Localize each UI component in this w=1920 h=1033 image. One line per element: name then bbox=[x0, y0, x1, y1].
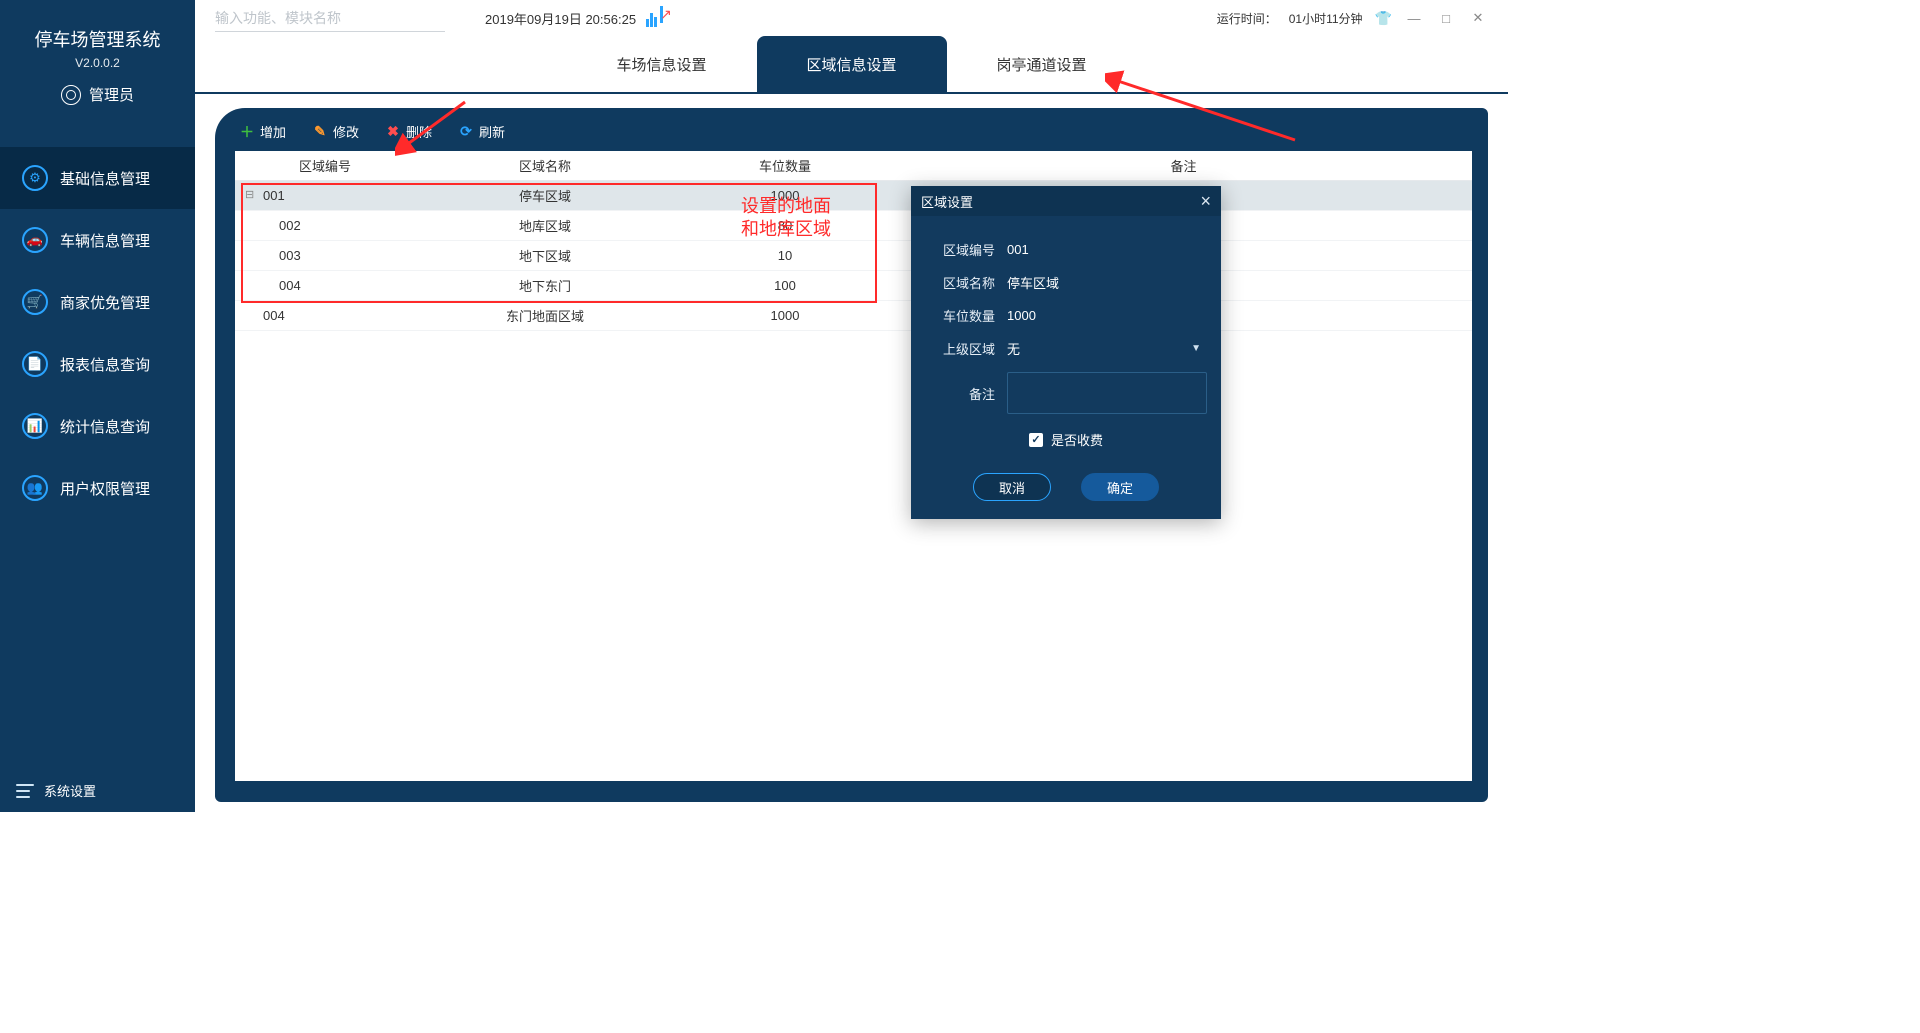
table-row[interactable]: 001 停车区域 1000 bbox=[235, 181, 1472, 211]
ok-button[interactable]: 确定 bbox=[1081, 473, 1159, 501]
content-panel: ＋增加 ✎修改 ✖删除 ⟳刷新 区域编号 区域名称 车位数量 备注 001 停车… bbox=[215, 108, 1488, 802]
sidebar-item-basic-info[interactable]: ⚙ 基础信息管理 bbox=[0, 147, 195, 209]
cart-icon: 🛒 bbox=[22, 289, 48, 315]
field-value-code[interactable]: 001 bbox=[1007, 242, 1207, 257]
stats-icon: 📊 bbox=[22, 413, 48, 439]
plus-icon: ＋ bbox=[239, 124, 255, 140]
sliders-icon bbox=[16, 784, 34, 798]
maximize-button[interactable]: □ bbox=[1436, 11, 1456, 26]
search-input[interactable] bbox=[215, 4, 445, 32]
field-charge-checkbox[interactable]: ✓ 是否收费 bbox=[925, 430, 1207, 449]
sidebar-item-vehicle-info[interactable]: 🚗 车辆信息管理 bbox=[0, 209, 195, 271]
datetime-label: 2019年09月19日 20:56:25 bbox=[485, 9, 636, 28]
field-label-parent: 上级区域 bbox=[925, 339, 995, 358]
field-select-parent[interactable]: 无 ▼ bbox=[1007, 339, 1207, 358]
sidebar-nav: ⚙ 基础信息管理 🚗 车辆信息管理 🛒 商家优免管理 📄 报表信息查询 📊 统计… bbox=[0, 147, 195, 519]
car-icon: 🚗 bbox=[22, 227, 48, 253]
sidebar: 停车场管理系统 V2.0.0.2 管理员 ⚙ 基础信息管理 🚗 车辆信息管理 🛒… bbox=[0, 0, 195, 812]
table-row[interactable]: 003 地下区域 10 bbox=[235, 241, 1472, 271]
field-label-note: 备注 bbox=[925, 384, 995, 403]
sidebar-item-merchant-discount[interactable]: 🛒 商家优免管理 bbox=[0, 271, 195, 333]
runtime-value: 01小时11分钟 bbox=[1289, 10, 1363, 27]
app-version: V2.0.0.2 bbox=[0, 56, 195, 70]
grid-header: 区域编号 区域名称 车位数量 备注 bbox=[235, 151, 1472, 181]
area-grid: 区域编号 区域名称 车位数量 备注 001 停车区域 1000 002 地库区域 bbox=[235, 151, 1472, 781]
field-value-note[interactable] bbox=[1007, 372, 1207, 414]
minimize-button[interactable]: — bbox=[1404, 11, 1424, 26]
dialog-close-button[interactable]: × bbox=[1200, 191, 1211, 212]
cancel-button[interactable]: 取消 bbox=[973, 473, 1051, 501]
gear-icon: ⚙ bbox=[22, 165, 48, 191]
refresh-button[interactable]: ⟳刷新 bbox=[458, 122, 505, 141]
sidebar-item-user-permissions[interactable]: 👥 用户权限管理 bbox=[0, 457, 195, 519]
tab-bar: 车场信息设置 区域信息设置 岗亭通道设置 bbox=[195, 36, 1508, 94]
refresh-icon: ⟳ bbox=[458, 124, 474, 140]
sidebar-item-label: 商家优免管理 bbox=[60, 292, 150, 313]
users-icon: 👥 bbox=[22, 475, 48, 501]
tab-area-info[interactable]: 区域信息设置 bbox=[757, 36, 947, 92]
sidebar-footer-settings[interactable]: 系统设置 bbox=[0, 769, 195, 812]
field-label-code: 区域编号 bbox=[925, 240, 995, 259]
trend-icon[interactable]: ↗ bbox=[646, 10, 663, 27]
field-value-name[interactable]: 停车区域 bbox=[1007, 273, 1207, 292]
field-label-name: 区域名称 bbox=[925, 273, 995, 292]
sidebar-footer-label: 系统设置 bbox=[44, 781, 96, 800]
field-label-qty: 车位数量 bbox=[925, 306, 995, 325]
sidebar-item-stats-query[interactable]: 📊 统计信息查询 bbox=[0, 395, 195, 457]
add-button[interactable]: ＋增加 bbox=[239, 122, 286, 141]
theme-icon[interactable]: 👕 bbox=[1375, 10, 1392, 27]
main: 2019年09月19日 20:56:25 ↗ 运行时间： 01小时11分钟 👕 … bbox=[195, 0, 1508, 812]
trash-icon: ✖ bbox=[385, 124, 401, 140]
grid-toolbar: ＋增加 ✎修改 ✖删除 ⟳刷新 bbox=[235, 120, 1472, 151]
area-settings-dialog: 区域设置 × 区域编号 001 区域名称 停车区域 车位数量 1000 上级区域 bbox=[911, 186, 1221, 519]
topbar: 2019年09月19日 20:56:25 ↗ 运行时间： 01小时11分钟 👕 … bbox=[195, 0, 1508, 36]
close-button[interactable]: ✕ bbox=[1468, 10, 1488, 26]
checkbox-icon: ✓ bbox=[1029, 433, 1043, 447]
delete-button[interactable]: ✖删除 bbox=[385, 122, 432, 141]
field-value-qty[interactable]: 1000 bbox=[1007, 308, 1207, 323]
col-area-name[interactable]: 区域名称 bbox=[415, 156, 675, 175]
sidebar-item-label: 报表信息查询 bbox=[60, 354, 150, 375]
table-row[interactable]: 002 地库区域 80 bbox=[235, 211, 1472, 241]
sidebar-item-label: 用户权限管理 bbox=[60, 478, 150, 499]
col-note[interactable]: 备注 bbox=[895, 156, 1472, 175]
app-title: 停车场管理系统 bbox=[0, 26, 195, 52]
current-user[interactable]: 管理员 bbox=[0, 84, 195, 105]
sidebar-item-label: 车辆信息管理 bbox=[60, 230, 150, 251]
user-avatar-icon bbox=[61, 85, 81, 105]
table-row[interactable]: 004 地下东门 100 bbox=[235, 271, 1472, 301]
table-row[interactable]: 004 东门地面区域 1000 bbox=[235, 301, 1472, 331]
pencil-icon: ✎ bbox=[312, 124, 328, 140]
sidebar-item-label: 基础信息管理 bbox=[60, 168, 150, 189]
edit-button[interactable]: ✎修改 bbox=[312, 122, 359, 141]
sidebar-item-report-query[interactable]: 📄 报表信息查询 bbox=[0, 333, 195, 395]
col-area-code[interactable]: 区域编号 bbox=[235, 156, 415, 175]
tab-booth-channel[interactable]: 岗亭通道设置 bbox=[947, 36, 1137, 92]
report-icon: 📄 bbox=[22, 351, 48, 377]
user-role: 管理员 bbox=[89, 84, 134, 105]
sidebar-header: 停车场管理系统 V2.0.0.2 管理员 bbox=[0, 0, 195, 123]
chevron-down-icon: ▼ bbox=[1191, 343, 1201, 354]
dialog-title: 区域设置 bbox=[921, 192, 973, 211]
runtime-label: 运行时间： bbox=[1217, 10, 1277, 27]
sidebar-item-label: 统计信息查询 bbox=[60, 416, 150, 437]
col-slot-qty[interactable]: 车位数量 bbox=[675, 156, 895, 175]
tab-parking-info[interactable]: 车场信息设置 bbox=[567, 36, 757, 92]
